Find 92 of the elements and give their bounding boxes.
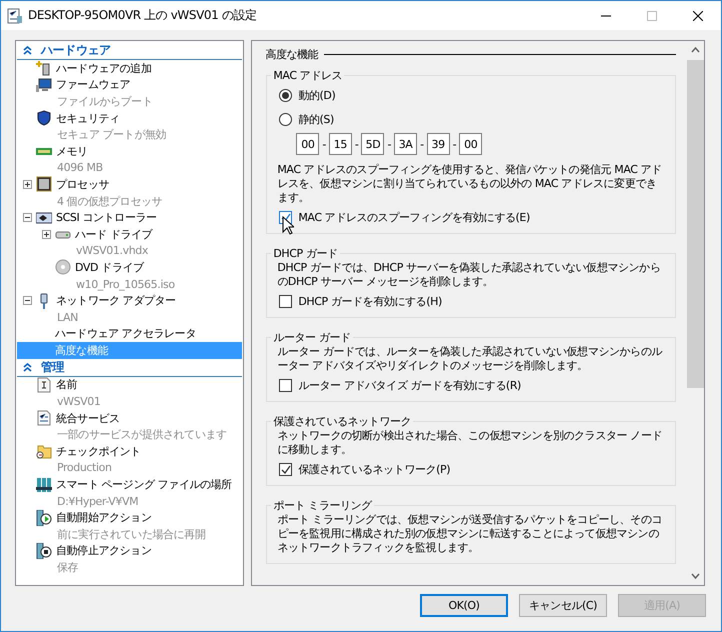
collapse-button[interactable] bbox=[23, 213, 32, 222]
group-title: 保護されているネットワーク bbox=[272, 414, 412, 429]
octet-field[interactable]: 5D bbox=[361, 133, 384, 155]
octet-field[interactable]: 3A bbox=[394, 133, 418, 155]
tree-item[interactable]: 名前 bbox=[17, 376, 242, 394]
separator-text: - bbox=[420, 138, 424, 150]
description-text: MAC アドレスのスプーフィングを使用すると、発信パケットの発信元 MAC アドレスを、仮想マシンに割り当てられているもの以外の MAC アドレスに変更できます。 bbox=[277, 163, 663, 205]
checkbox-label[interactable]: DHCP ガードを有効にする(H) bbox=[298, 294, 442, 309]
item-detail: Production bbox=[57, 461, 112, 474]
tree-item[interactable]: プロセッサ bbox=[17, 176, 242, 193]
group-title: ルーター ガード bbox=[272, 330, 352, 345]
radio-label[interactable]: 動的(D) bbox=[298, 88, 336, 102]
plus-icon bbox=[43, 230, 50, 238]
tree-item[interactable]: セキュリティ bbox=[17, 110, 242, 126]
octet-field[interactable]: 00 bbox=[296, 133, 320, 155]
item-detail: 4 個の仮想プロセッサ bbox=[57, 194, 162, 209]
tree-item[interactable]: スマート ページング ファイルの場所 bbox=[17, 476, 242, 493]
item-detail: D:¥Hyper-V¥VM bbox=[57, 494, 138, 508]
separator-text: - bbox=[452, 138, 456, 150]
section-header[interactable]: 管理 bbox=[17, 358, 242, 377]
expand-button[interactable] bbox=[23, 180, 32, 189]
description-text: DHCP ガードでは、DHCP サーバーを偽装した承認されていない仮想マシンからのDHCP サーバー メッセージを削除します。 bbox=[277, 261, 662, 289]
dialog-button[interactable]: OK(O) bbox=[420, 594, 508, 617]
octet-field[interactable]: 15 bbox=[328, 133, 352, 155]
section-header[interactable]: ハードウェア bbox=[17, 42, 242, 60]
tree-item[interactable]: 統合サービス bbox=[17, 410, 242, 426]
radio-button[interactable] bbox=[279, 88, 292, 102]
folder-icon bbox=[36, 443, 52, 460]
tree-item[interactable]: DVD ドライブ bbox=[17, 259, 242, 276]
group-title: DHCP ガード bbox=[272, 246, 339, 261]
shield-icon bbox=[36, 110, 52, 126]
description-text: ネットワークの切断が検出された場合、この仮想マシンを別のクラスター ノードに移動します。 bbox=[277, 429, 664, 457]
chip-icon bbox=[36, 176, 52, 192]
radio-button[interactable] bbox=[279, 112, 292, 126]
description-text: ポート ミラーリングでは、仮想マシンが送受信するパケットをコピーし、そのコピーを監視用に構成された別の仮想マシンに転送することによって仮想マシンのネットワークトラフィックを監視します。 bbox=[277, 513, 664, 555]
panel-heading: 高度な機能 bbox=[265, 46, 318, 62]
item-detail: 保存 bbox=[57, 560, 78, 576]
controller-icon bbox=[36, 210, 52, 226]
scroll-thumb[interactable] bbox=[687, 60, 704, 388]
document-icon bbox=[36, 376, 52, 393]
dialog-button[interactable]: キャンセル(C) bbox=[519, 594, 607, 617]
tree-item[interactable]: 自動停止アクション bbox=[17, 542, 242, 560]
item-detail: LAN bbox=[57, 310, 78, 324]
item-detail: 一部のサービスが提供されています bbox=[57, 427, 227, 442]
add-hardware-icon bbox=[36, 60, 52, 76]
window-title: DESKTOP-95OM0VR 上の vWSV01 の設定 bbox=[28, 7, 258, 24]
mouse-pointer-icon bbox=[282, 216, 294, 235]
item-detail: セキュア ブートが無効 bbox=[57, 127, 166, 142]
tree-item[interactable]: メモリ bbox=[17, 142, 242, 160]
tree-item[interactable]: SCSI コントローラー bbox=[17, 209, 242, 226]
storage-icon bbox=[36, 476, 52, 493]
tree-item[interactable]: ファームウェア bbox=[17, 76, 242, 94]
group-title: MAC アドレス bbox=[272, 68, 344, 83]
item-detail: vWSV01.vhdx bbox=[76, 244, 148, 258]
settings-window-icon bbox=[7, 8, 23, 24]
expand-button[interactable] bbox=[42, 230, 51, 239]
plus-icon bbox=[24, 180, 31, 188]
item-detail: 4096 MB bbox=[57, 161, 103, 174]
section-title: ハードウェア bbox=[41, 42, 111, 59]
close-icon bbox=[693, 10, 703, 20]
checkbox-label[interactable]: ルーター アドバタイズ ガードを有効にする(R) bbox=[298, 378, 521, 393]
maximize-icon bbox=[647, 10, 657, 20]
tree-item[interactable]: ネットワーク アダプター bbox=[17, 292, 242, 309]
server-stop-icon bbox=[36, 542, 52, 559]
octet-field[interactable]: 39 bbox=[426, 133, 450, 155]
separator-text: - bbox=[322, 138, 326, 150]
item-detail: ファイルからブート bbox=[57, 94, 152, 109]
collapse-button[interactable] bbox=[23, 296, 32, 306]
tree-item[interactable]: ハードウェアの追加 bbox=[17, 60, 242, 77]
checkbox[interactable] bbox=[279, 379, 292, 392]
tree-item[interactable]: ハードウェア アクセラレータ bbox=[17, 326, 242, 342]
separator-text: - bbox=[354, 138, 358, 150]
radio-label[interactable]: 静的(S) bbox=[298, 112, 334, 126]
description-text: ルーター ガードでは、ルーターを偽装した承認されていない仮想マシンからのルーター アドバタイズやリダイレクトのメッセージを削除します。 bbox=[277, 345, 664, 373]
disc-icon bbox=[55, 259, 71, 276]
octet-field[interactable]: 00 bbox=[459, 133, 482, 155]
separator-text: - bbox=[387, 138, 392, 150]
item-detail: vWSV01 bbox=[57, 395, 100, 408]
checkbox[interactable] bbox=[279, 463, 292, 476]
tree-item[interactable]: 自動開始アクション bbox=[17, 509, 242, 526]
item-detail: 前に実行されていた場合に再開 bbox=[57, 526, 206, 542]
item-detail: w10_Pro_10565.iso bbox=[76, 278, 175, 291]
monitor-icon bbox=[36, 76, 52, 93]
server-play-icon bbox=[36, 510, 52, 526]
checkbox-label[interactable]: 保護されているネットワーク(P) bbox=[298, 462, 450, 477]
checkbox-label[interactable]: MAC アドレスのスプーフィングを有効にする(E) bbox=[298, 210, 530, 225]
group-title: ポート ミラーリング bbox=[272, 498, 374, 513]
checkbox[interactable] bbox=[279, 295, 292, 308]
checklist-icon bbox=[36, 410, 52, 426]
section-title: 管理 bbox=[41, 358, 64, 376]
tree-item[interactable]: チェックポイント bbox=[17, 443, 242, 460]
tree-item[interactable]: ハード ドライブ bbox=[17, 226, 242, 243]
